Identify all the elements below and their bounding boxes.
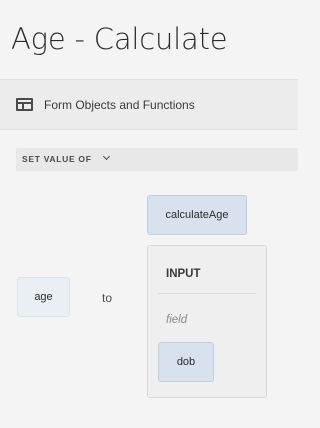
page-header: Age - Calculate: [0, 0, 298, 78]
divider: [158, 293, 256, 294]
panel-layout-icon[interactable]: [16, 98, 33, 111]
toolbar[interactable]: Form Objects and Functions: [0, 79, 298, 130]
form-objects-functions-label[interactable]: Form Objects and Functions: [44, 98, 195, 112]
param-value-label: dob: [176, 356, 196, 368]
input-heading: INPUT: [166, 268, 201, 280]
target-field-label: age: [34, 291, 53, 303]
target-field-token[interactable]: age: [17, 277, 70, 317]
param-label: field: [166, 314, 188, 326]
param-value-token[interactable]: dob: [158, 342, 214, 382]
set-value-of-dropdown[interactable]: SET VALUE OF: [16, 148, 298, 171]
page-title: Age - Calculate: [11, 22, 228, 56]
chevron-down-icon[interactable]: [102, 152, 111, 161]
function-label: calculateAge: [165, 209, 229, 221]
to-connector: to: [102, 291, 113, 305]
function-input-panel: INPUT field dob: [147, 245, 267, 398]
set-value-of-label: SET VALUE OF: [22, 154, 92, 164]
function-token[interactable]: calculateAge: [147, 195, 247, 235]
